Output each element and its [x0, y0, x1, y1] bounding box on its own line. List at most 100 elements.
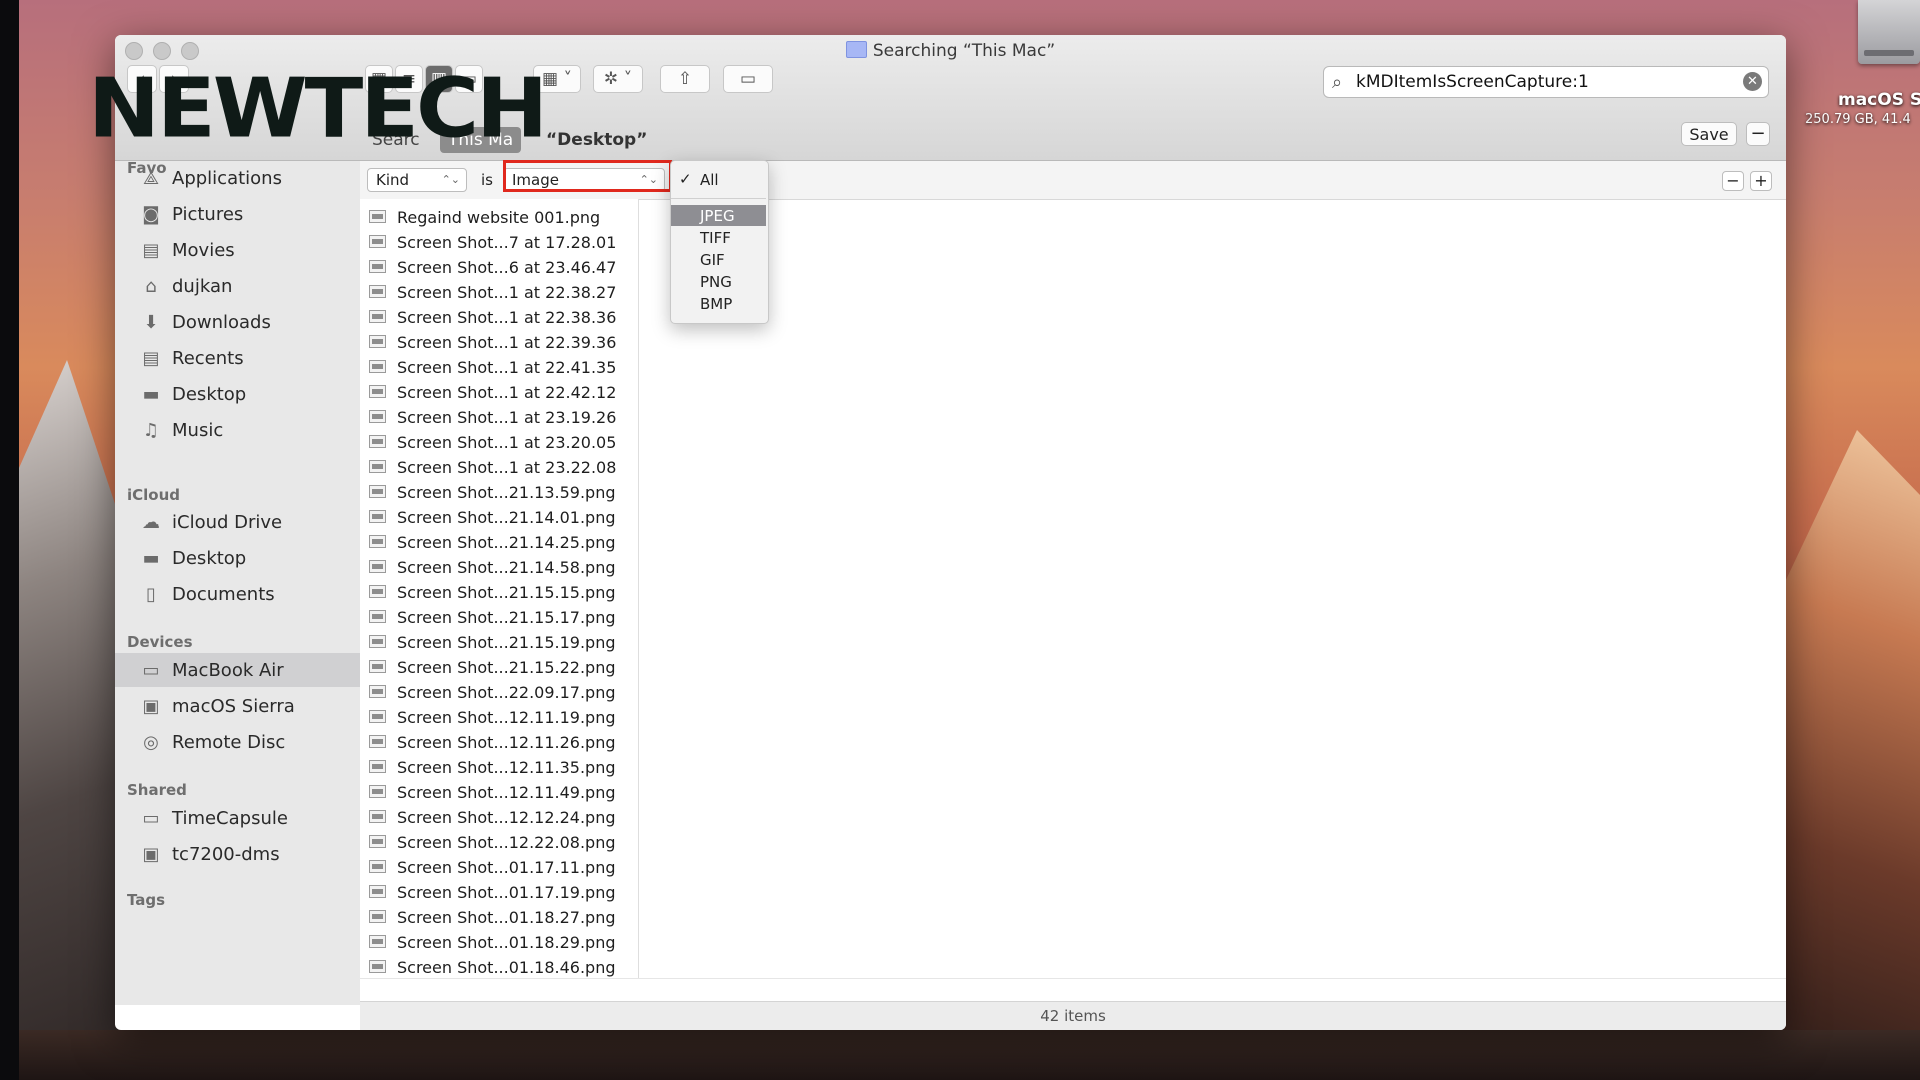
- file-row[interactable]: Screen Shot...1 at 23.22.08: [360, 455, 638, 480]
- file-row[interactable]: Screen Shot...12.11.49.png: [360, 780, 638, 805]
- file-row[interactable]: Regaind website 001.png: [360, 205, 638, 230]
- menu-item-tiff[interactable]: TIFF: [671, 227, 766, 248]
- file-name: Screen Shot...21.15.19.png: [397, 633, 616, 652]
- sidebar-item-desktop[interactable]: ▬ Desktop: [115, 377, 360, 411]
- sidebar-item-icloud-drive[interactable]: ☁ iCloud Drive: [115, 505, 360, 539]
- file-row[interactable]: Screen Shot...22.09.17.png: [360, 680, 638, 705]
- tags-button[interactable]: ▭: [723, 65, 773, 93]
- image-file-icon: [369, 485, 386, 498]
- file-row[interactable]: Screen Shot...1 at 23.20.05: [360, 430, 638, 455]
- sidebar-item-documents[interactable]: ▯ Documents: [115, 577, 360, 611]
- file-name: Screen Shot...21.14.25.png: [397, 533, 616, 552]
- action-menu-button[interactable]: ✲ ˅: [593, 65, 643, 93]
- horizontal-scroll-area[interactable]: [360, 978, 1786, 1001]
- menu-item-bmp[interactable]: BMP: [671, 293, 766, 314]
- file-row[interactable]: Screen Shot...21.15.15.png: [360, 580, 638, 605]
- sidebar-item-timecapsule[interactable]: ▭ TimeCapsule: [115, 801, 360, 835]
- highlight-annotation-box: [503, 160, 672, 192]
- file-row[interactable]: Screen Shot...1 at 22.38.36: [360, 305, 638, 330]
- movies-icon: ▤: [142, 239, 160, 261]
- search-query[interactable]: kMDItemIsScreenCapture:1: [1356, 72, 1589, 92]
- file-name: Screen Shot...1 at 22.41.35: [397, 358, 617, 377]
- desktop-icon: ▬: [142, 547, 160, 569]
- image-file-icon: [369, 635, 386, 648]
- file-row[interactable]: Screen Shot...01.18.29.png: [360, 930, 638, 955]
- image-file-icon: [369, 435, 386, 448]
- sidebar-item-recents[interactable]: ▤ Recents: [115, 341, 360, 375]
- file-row[interactable]: Screen Shot...1 at 22.39.36: [360, 330, 638, 355]
- file-row[interactable]: Screen Shot...12.11.19.png: [360, 705, 638, 730]
- search-scope-bar: Searc This Ma “Desktop”: [360, 117, 1786, 161]
- save-search-button[interactable]: Save: [1681, 122, 1737, 146]
- image-file-icon: [369, 910, 386, 923]
- file-row[interactable]: Screen Shot...21.15.19.png: [360, 630, 638, 655]
- sidebar-item-tc7200-dms[interactable]: ▣ tc7200-dms: [115, 837, 360, 871]
- file-name: Screen Shot...1 at 22.39.36: [397, 333, 617, 352]
- file-row[interactable]: Screen Shot...01.17.11.png: [360, 855, 638, 880]
- file-row[interactable]: Screen Shot...1 at 22.42.12: [360, 380, 638, 405]
- sidebar-item-remote-disc[interactable]: ◎ Remote Disc: [115, 725, 360, 759]
- file-name: Screen Shot...21.14.58.png: [397, 558, 616, 577]
- image-file-icon: [369, 310, 386, 323]
- sidebar-item-applications[interactable]: ⟁ Applications: [115, 161, 360, 195]
- wallpaper-foreground: [19, 1030, 1920, 1080]
- file-row[interactable]: Screen Shot...12.12.24.png: [360, 805, 638, 830]
- sidebar-item-macbook-air[interactable]: ▭ MacBook Air: [115, 653, 360, 687]
- menu-item-all[interactable]: ✓ All: [671, 169, 766, 190]
- file-row[interactable]: Screen Shot...01.17.19.png: [360, 880, 638, 905]
- remove-search-button[interactable]: −: [1746, 122, 1770, 146]
- share-button[interactable]: ⇧: [660, 65, 710, 93]
- file-name: Screen Shot...01.18.27.png: [397, 908, 616, 927]
- file-row[interactable]: Screen Shot...12.11.35.png: [360, 755, 638, 780]
- sidebar-header-devices: Devices: [127, 633, 193, 651]
- file-row[interactable]: Screen Shot...21.14.25.png: [360, 530, 638, 555]
- remove-criteria-button[interactable]: −: [1722, 171, 1744, 191]
- image-file-icon: [369, 335, 386, 348]
- file-row[interactable]: Screen Shot...12.22.08.png: [360, 830, 638, 855]
- image-file-icon: [369, 810, 386, 823]
- hard-disk-icon[interactable]: [1858, 0, 1920, 64]
- add-criteria-button[interactable]: +: [1750, 171, 1772, 191]
- sidebar-item-icloud-desktop[interactable]: ▬ Desktop: [115, 541, 360, 575]
- sidebar-item-downloads[interactable]: ⬇ Downloads: [115, 305, 360, 339]
- file-row[interactable]: Screen Shot...7 at 17.28.01: [360, 230, 638, 255]
- clear-search-icon[interactable]: ✕: [1743, 72, 1762, 91]
- file-row[interactable]: Screen Shot...6 at 23.46.47: [360, 255, 638, 280]
- sidebar-item-pictures[interactable]: ◙ Pictures: [115, 197, 360, 231]
- image-file-icon: [369, 460, 386, 473]
- image-file-icon: [369, 710, 386, 723]
- criteria-attribute-popup[interactable]: Kind ⌃⌄: [367, 168, 467, 192]
- file-row[interactable]: Screen Shot...01.18.46.png: [360, 955, 638, 980]
- search-field[interactable]: ⌕ kMDItemIsScreenCapture:1 ✕: [1323, 66, 1769, 98]
- menu-item-jpeg[interactable]: JPEG: [671, 205, 766, 226]
- file-row[interactable]: Screen Shot...21.15.22.png: [360, 655, 638, 680]
- file-row[interactable]: Screen Shot...21.14.58.png: [360, 555, 638, 580]
- image-file-icon: [369, 735, 386, 748]
- sidebar-item-macos-sierra[interactable]: ▣ macOS Sierra: [115, 689, 360, 723]
- sidebar-item-movies[interactable]: ▤ Movies: [115, 233, 360, 267]
- file-name: Screen Shot...22.09.17.png: [397, 683, 616, 702]
- file-row[interactable]: Screen Shot...21.13.59.png: [360, 480, 638, 505]
- file-row[interactable]: Screen Shot...1 at 22.41.35: [360, 355, 638, 380]
- file-row[interactable]: Screen Shot...12.11.26.png: [360, 730, 638, 755]
- file-row[interactable]: Screen Shot...21.14.01.png: [360, 505, 638, 530]
- file-row[interactable]: Screen Shot...1 at 23.19.26: [360, 405, 638, 430]
- sidebar-item-home[interactable]: ⌂ dujkan: [115, 269, 360, 303]
- file-name: Screen Shot...12.12.24.png: [397, 808, 616, 827]
- sidebar: Favo ⟁ Applications ◙ Pictures ▤ Movies ⌂ du…: [115, 159, 361, 1005]
- scope-desktop-button[interactable]: “Desktop”: [538, 127, 655, 153]
- file-row[interactable]: Screen Shot...1 at 22.38.27: [360, 280, 638, 305]
- pictures-icon: ◙: [142, 203, 160, 225]
- sidebar-header-tags: Tags: [127, 891, 166, 909]
- file-row[interactable]: Screen Shot...01.18.27.png: [360, 905, 638, 930]
- file-row[interactable]: Screen Shot...21.15.17.png: [360, 605, 638, 630]
- file-name: Screen Shot...1 at 23.19.26: [397, 408, 617, 427]
- disk-capacity: 250.79 GB, 41.4: [1805, 112, 1911, 127]
- menu-item-gif[interactable]: GIF: [671, 249, 766, 270]
- search-icon: ⌕: [1332, 72, 1343, 93]
- sidebar-item-music[interactable]: ♫ Music: [115, 413, 360, 447]
- image-file-icon: [369, 535, 386, 548]
- menu-item-png[interactable]: PNG: [671, 271, 766, 292]
- file-name: Screen Shot...12.11.19.png: [397, 708, 616, 727]
- file-name: Screen Shot...12.11.35.png: [397, 758, 616, 777]
